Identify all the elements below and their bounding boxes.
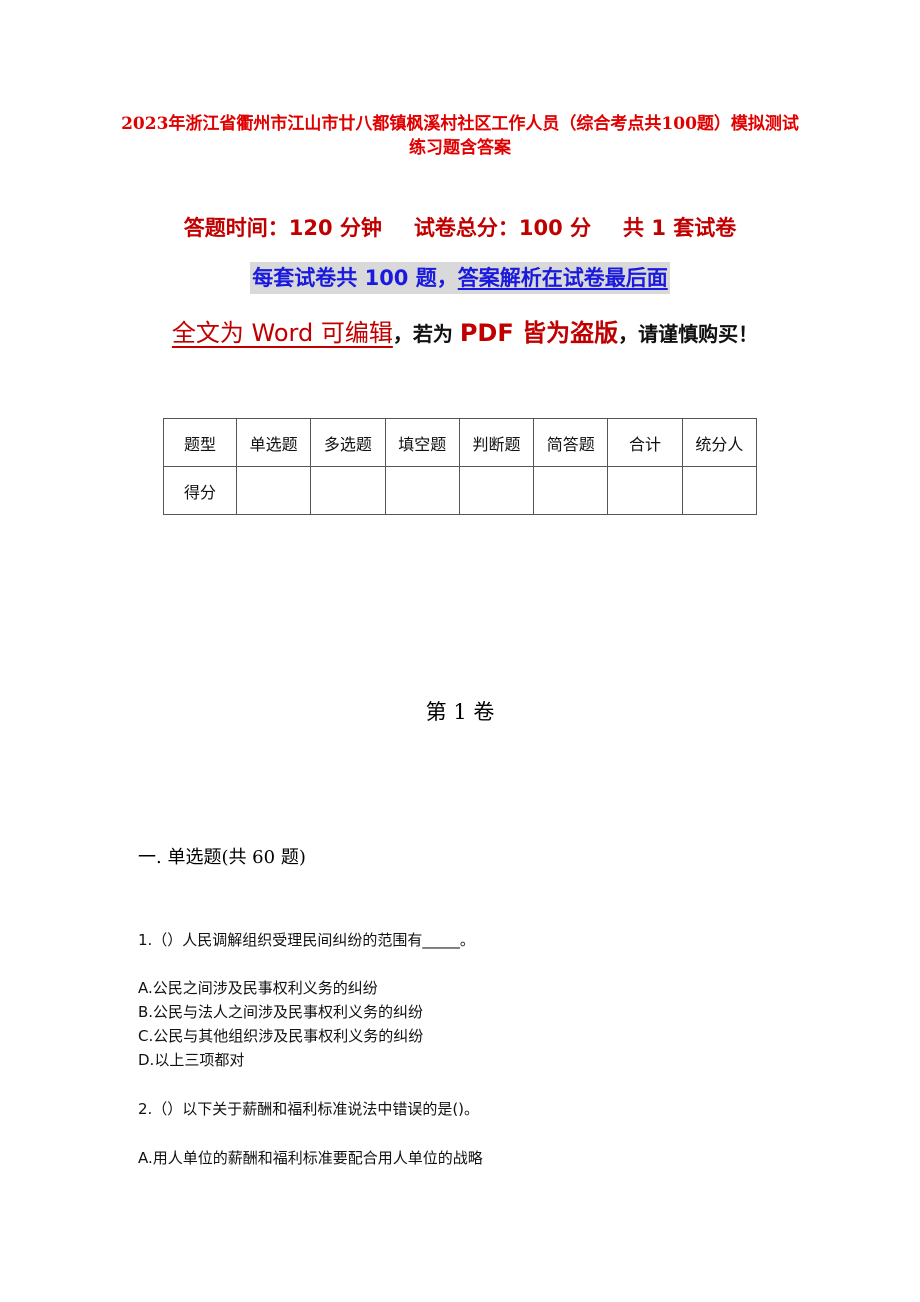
header-cell: 单选题	[235, 418, 312, 467]
header-cell: 合计	[607, 418, 683, 467]
score-cell	[681, 466, 758, 515]
notice-highlight: 每套试卷共 100 题，答案解析在试卷最后面	[250, 262, 670, 294]
header-cell: 统分人	[681, 418, 758, 467]
header-cell: 简答题	[533, 418, 609, 467]
question-options: A.公民之间涉及民事权利义务的纠纷 B.公民与法人之间涉及民事权利义务的纠纷 C…	[138, 976, 423, 1072]
score-cell	[607, 466, 683, 515]
piracy-warning: 全文为 Word 可编辑，若为 PDF 皆为盗版，请谨慎购买！	[150, 306, 780, 361]
warning-text-2: ，请谨慎购买！	[618, 322, 759, 346]
score-table: 题型 单选题 多选题 填空题 判断题 简答题 合计 统分人 得分	[163, 418, 758, 515]
header-cell: 判断题	[458, 418, 535, 467]
question-stem: 1.（）人民调解组织受理民间纠纷的范围有_____。	[138, 931, 475, 949]
exam-total-score: 试卷总分：100 分	[413, 216, 592, 240]
score-table-score-row: 得分	[163, 466, 758, 515]
option-b: B.公民与法人之间涉及民事权利义务的纠纷	[138, 1003, 424, 1021]
score-cell	[235, 466, 312, 515]
exam-sets: 共 1 套试卷	[623, 216, 737, 240]
warning-editable-link[interactable]: 全文为 Word 可编辑	[172, 319, 393, 347]
option-d: D.以上三项都对	[138, 1051, 245, 1069]
score-table-header-row: 题型 单选题 多选题 填空题 判断题 简答题 合计 统分人	[163, 418, 758, 467]
score-label-cell: 得分	[163, 466, 237, 515]
option-c: C.公民与其他组织涉及民事权利义务的纠纷	[138, 1027, 424, 1045]
header-cell: 填空题	[384, 418, 460, 467]
notice-text: 每套试卷共 100 题，	[252, 266, 458, 290]
score-cell	[458, 466, 535, 515]
exam-meta: 答题时间：120 分钟 试卷总分：100 分 共 1 套试卷	[0, 212, 920, 242]
warning-text-1: ，若为	[392, 322, 460, 346]
section-title: 一. 单选题(共 60 题)	[138, 847, 306, 868]
option-a: A.用人单位的薪酬和福利标准要配合用人单位的战略	[138, 1149, 483, 1167]
question-stem: 2.（）以下关于薪酬和福利标准说法中错误的是()。	[138, 1100, 480, 1118]
notice-banner: 每套试卷共 100 题，答案解析在试卷最后面	[0, 262, 920, 294]
document-title: 2023年浙江省衢州市江山市廿八都镇枫溪村社区工作人员（综合考点共100题）模拟…	[121, 114, 799, 158]
header-cell: 题型	[163, 418, 237, 467]
header-cell: 多选题	[310, 418, 386, 467]
score-cell	[533, 466, 609, 515]
question-options: A.用人单位的薪酬和福利标准要配合用人单位的战略	[138, 1146, 483, 1170]
notice-answers-link[interactable]: 答案解析在试卷最后面	[458, 266, 668, 290]
score-cell	[384, 466, 460, 515]
volume-title: 第 1 卷	[425, 700, 495, 724]
exam-time: 答题时间：120 分钟	[183, 216, 382, 240]
warning-pdf-text: PDF 皆为盗版	[459, 319, 619, 347]
option-a: A.公民之间涉及民事权利义务的纠纷	[138, 979, 378, 997]
score-cell	[310, 466, 386, 515]
